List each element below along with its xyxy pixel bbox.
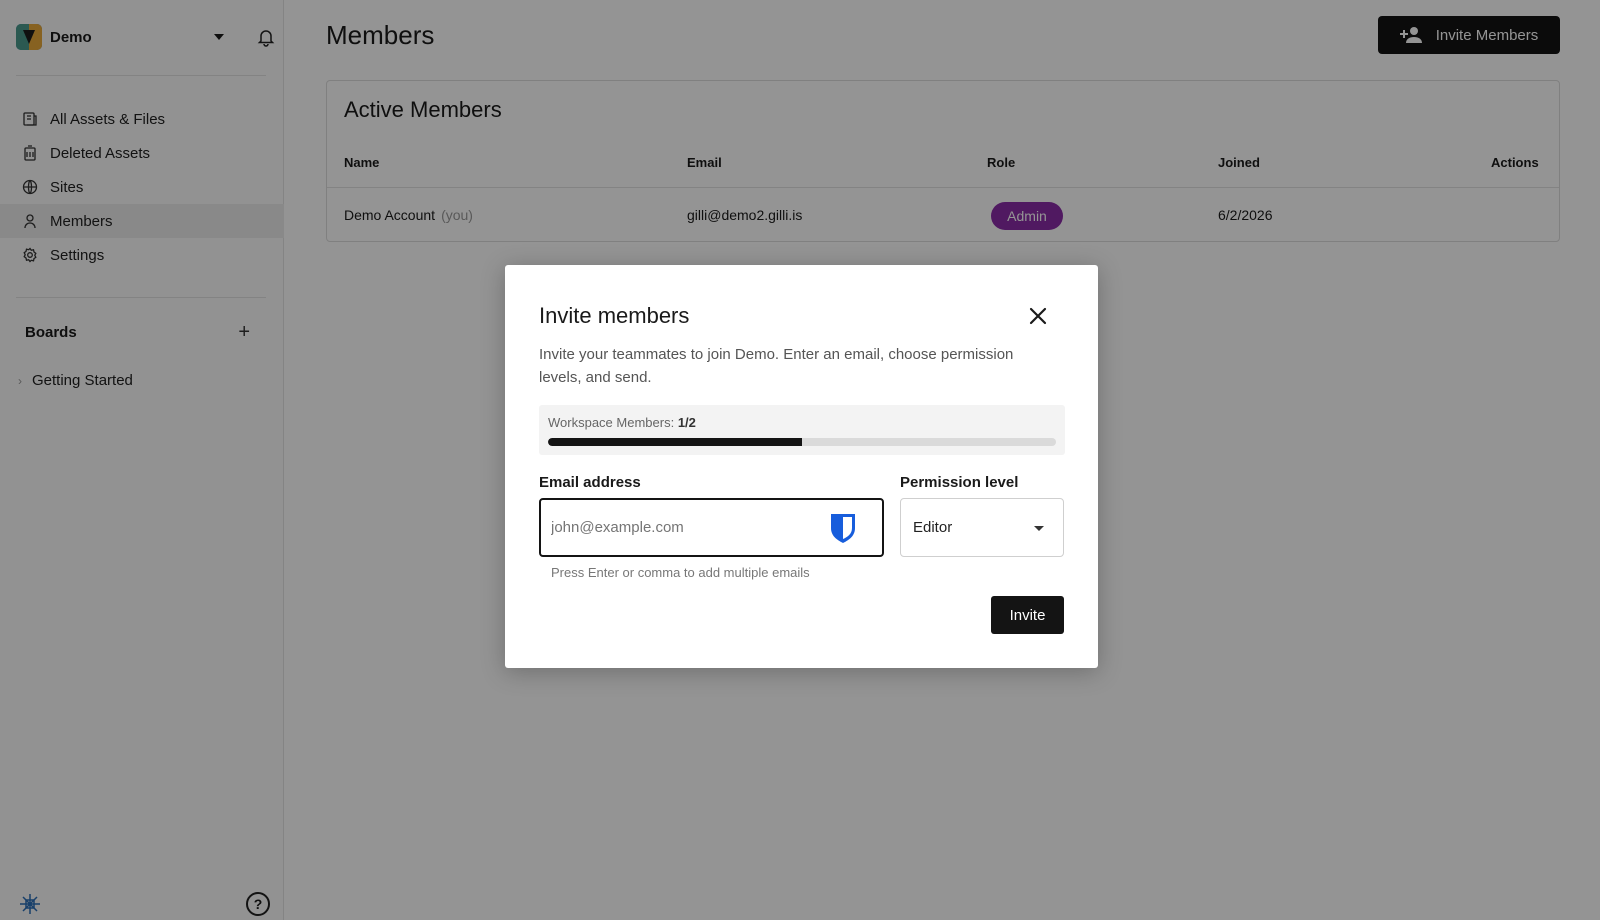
quota-label: Workspace Members: 1/2 — [548, 415, 696, 430]
permission-label: Permission level — [900, 474, 1019, 491]
permission-select[interactable]: Editor — [900, 498, 1064, 557]
caret-down-icon — [1034, 526, 1044, 531]
quota-progress-fill — [548, 438, 802, 446]
close-icon[interactable] — [1027, 305, 1049, 327]
invite-button[interactable]: Invite — [991, 596, 1064, 634]
email-hint: Press Enter or comma to add multiple ema… — [551, 565, 810, 580]
permission-value: Editor — [913, 519, 953, 536]
invite-members-modal: Invite members Invite your teammates to … — [505, 265, 1098, 668]
quota-value: 1/2 — [677, 415, 696, 430]
password-manager-shield-icon[interactable] — [829, 512, 857, 544]
email-field-wrapper — [539, 498, 884, 557]
email-input[interactable] — [551, 500, 821, 555]
modal-description: Invite your teammates to join Demo. Ente… — [539, 346, 1014, 386]
modal-title: Invite members — [539, 303, 690, 328]
email-label: Email address — [539, 474, 641, 491]
member-quota: Workspace Members: 1/2 — [539, 405, 1065, 455]
quota-progress-bar — [548, 438, 1056, 446]
quota-label-text: Workspace Members: — [548, 415, 675, 430]
